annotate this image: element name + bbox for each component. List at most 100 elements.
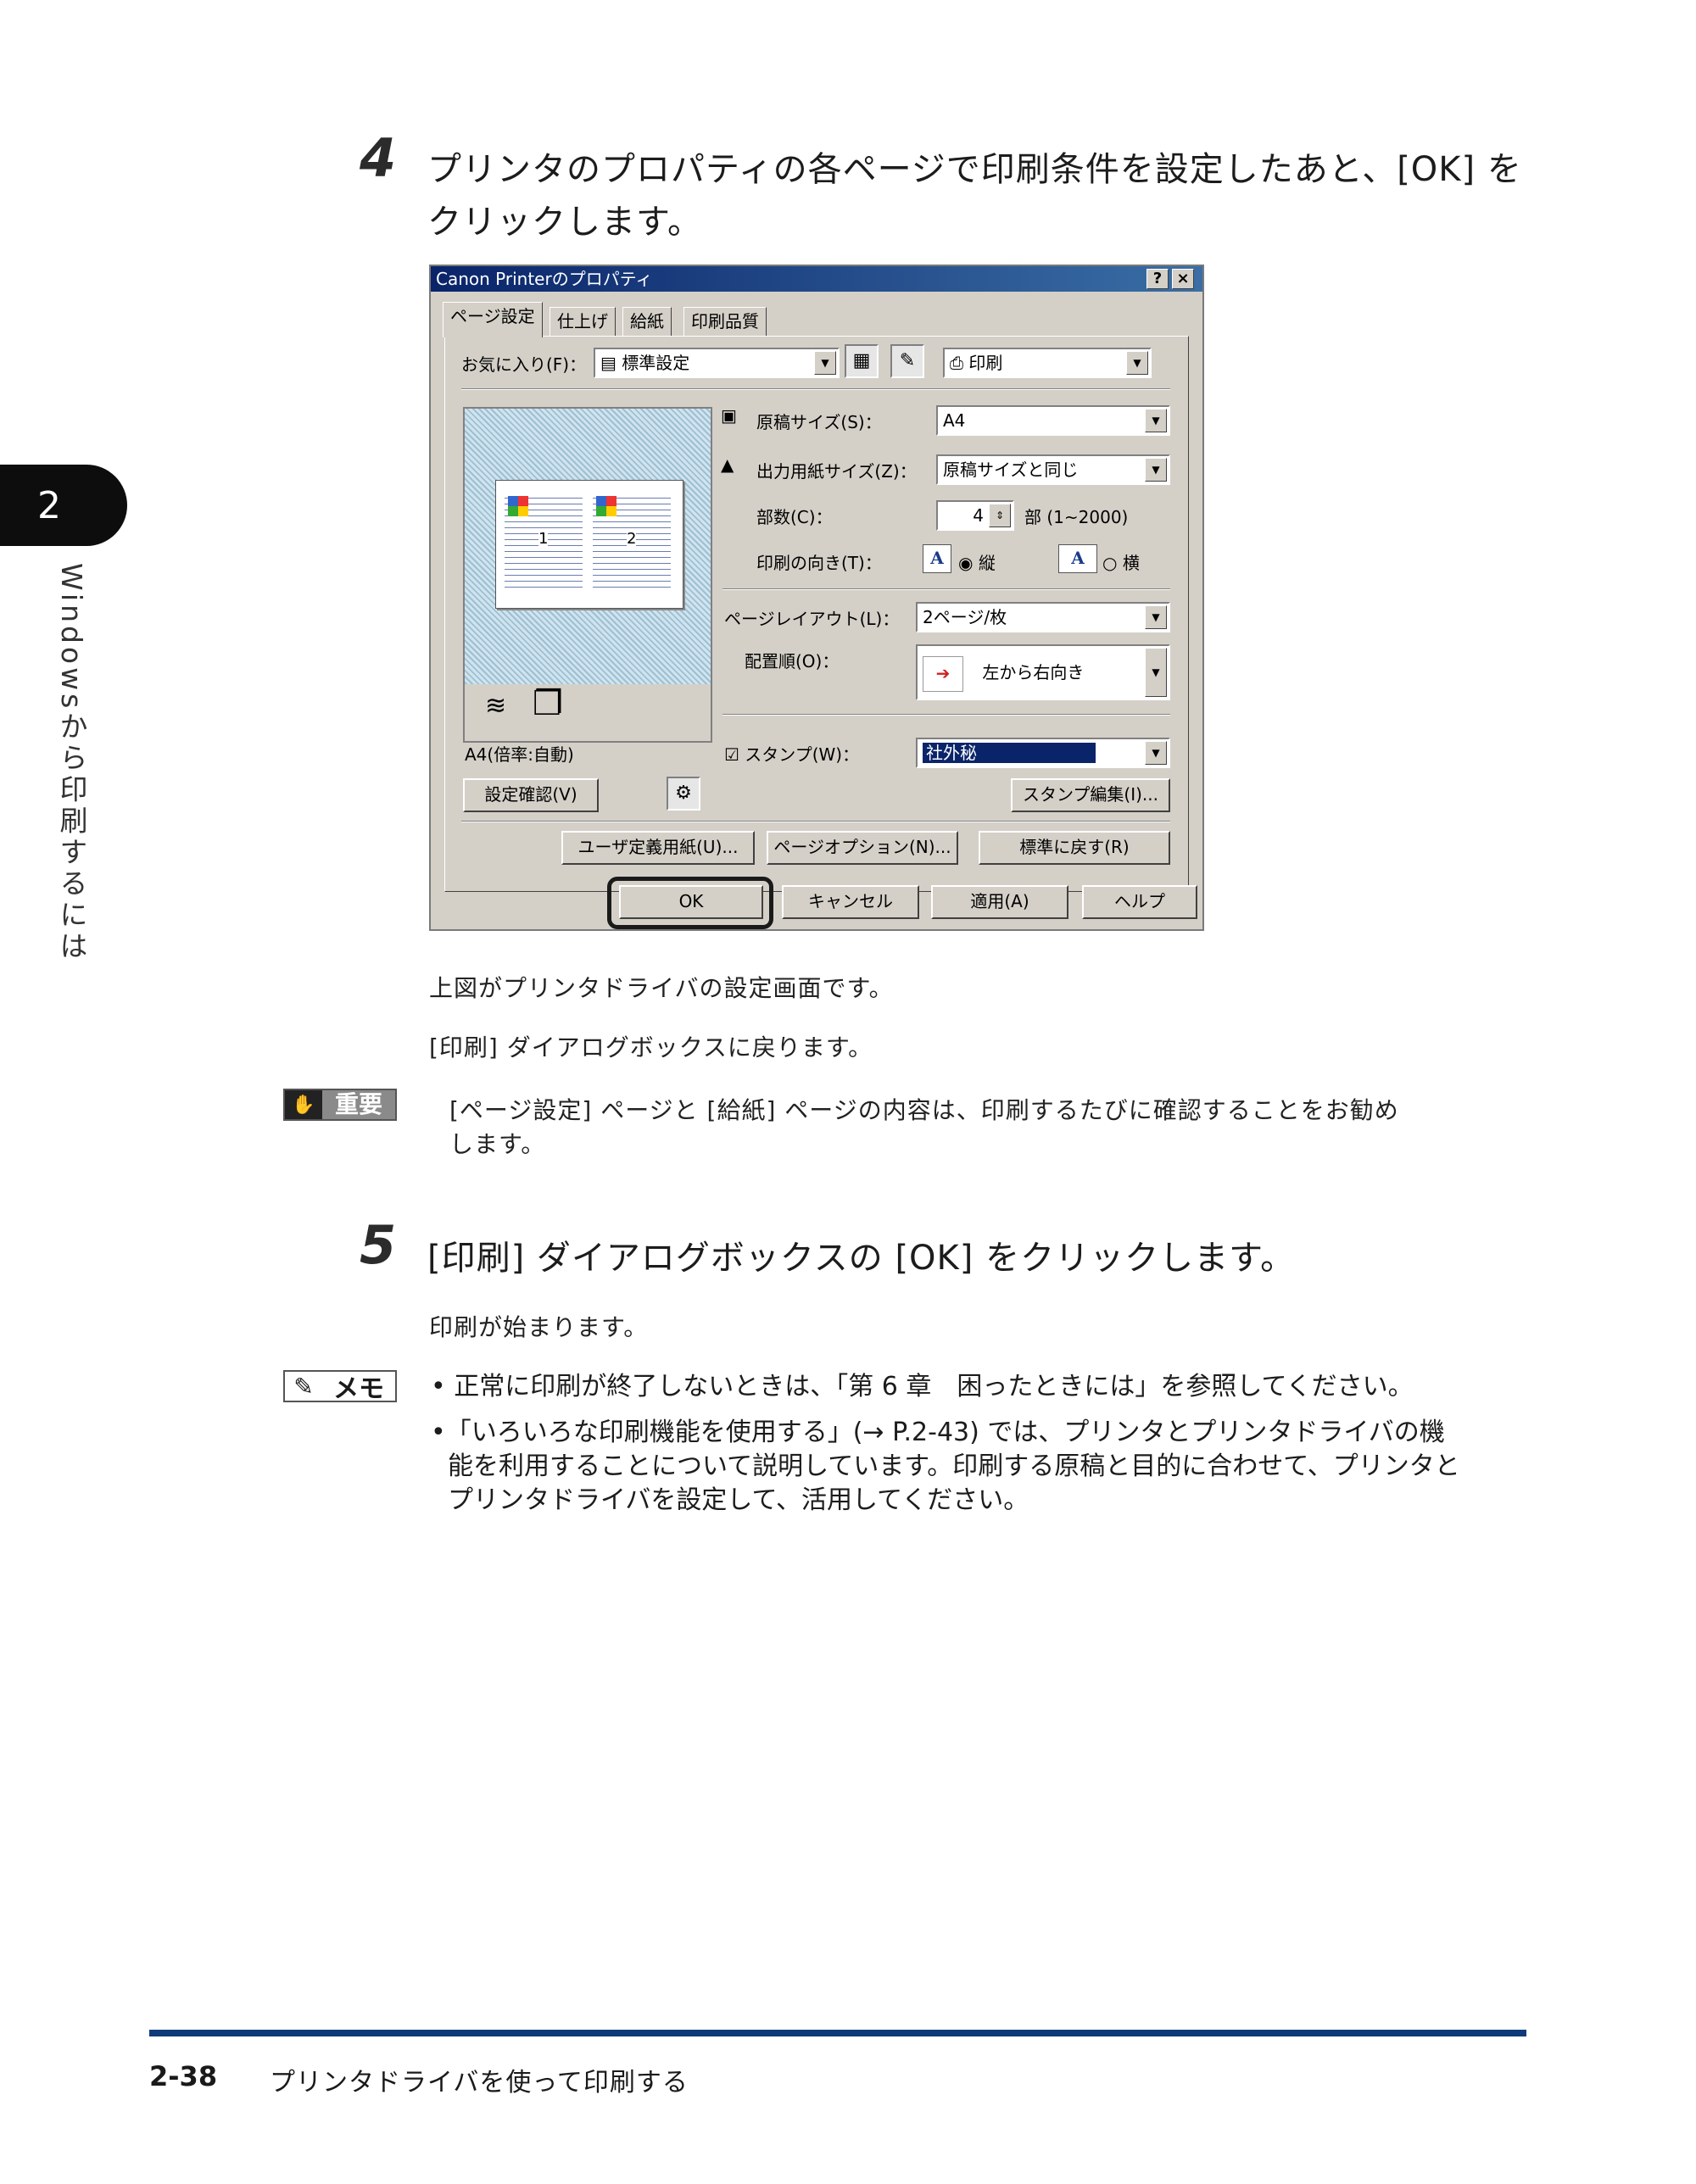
tab-finishing[interactable]: 仕上げ [550,307,616,336]
memo-bullet-1: • 正常に印刷が終了しないときは、「第 6 章 困ったときには」を参照してくださ… [431,1372,1414,1401]
chevron-down-icon: ▼ [1145,409,1167,432]
apply-button[interactable]: 適用(A) [931,885,1068,919]
pencil-icon: ✎ [293,1372,314,1401]
restore-defaults-button[interactable]: 標準に戻す(R) [979,831,1170,865]
portrait-icon: A [923,544,951,573]
chevron-down-icon: ▼ [1145,458,1167,482]
original-size-value: A4 [943,410,966,431]
output-size-select[interactable]: 原稿サイズと同じ ▼ [936,454,1170,485]
memo-label: メモ [333,1374,384,1404]
divider [461,821,1170,822]
stamp-value: 社外秘 [923,743,1096,763]
footer-title: プリンタドライバを使って印刷する [270,2068,689,2098]
preview-page-1: 1 [505,493,583,593]
help-button[interactable]: ヘルプ [1082,885,1197,919]
important-badge: ✋ 重要 [283,1089,397,1121]
tab-print-quality[interactable]: 印刷品質 [683,307,767,336]
favorites-select[interactable]: ▤ 標準設定 ▼ [594,348,840,378]
add-favorite-icon[interactable]: ▦ [845,344,879,378]
caption-return: [印刷] ダイアログボックスに戻ります。 [429,1034,873,1061]
tab-paper-source[interactable]: 給紙 [622,307,672,336]
page-layout-select[interactable]: 2ページ/枚 ▼ [916,602,1170,632]
memo-bullet-1-text: 正常に印刷が終了しないときは、「第 6 章 困ったときには」を参照してください。 [454,1372,1414,1401]
step4-line2: クリックします。 [427,203,702,242]
copies-unit: 部 (1~2000) [1024,507,1129,527]
memo-bullet-2: •「いろいろな印刷機能を使用する」(→ P.2-43) では、プリンタとプリンタ… [431,1418,1445,1447]
favorites-value: 標準設定 [622,353,690,373]
chevron-down-icon: ▼ [1145,741,1167,765]
copies-spinner[interactable]: 4 ⇕ [936,500,1014,531]
important-line2: します。 [449,1130,546,1158]
divider [722,588,1170,590]
favorites-label: お気に入り(F)： [461,354,587,375]
cancel-button[interactable]: キャンセル [782,885,919,919]
stamp-checkbox[interactable]: ☑ スタンプ(W)： [724,741,859,766]
edit-stamp-button[interactable]: スタンプ編集(I)... [1011,778,1170,812]
page-layout-label: ページレイアウト(L)： [724,609,900,629]
orientation-label: 印刷の向き(T)： [756,553,882,573]
chevron-down-icon: ▼ [1145,648,1167,697]
page-order-value: 左から右向き [982,662,1085,682]
page-order-select[interactable]: ➔ 左から右向き ▼ [916,644,1170,700]
portrait-radio[interactable]: ◉ 縦 [958,549,996,574]
preview-paper: 1 2 [495,480,683,609]
important-label: 重要 [322,1090,395,1119]
stamp-label: スタンプ(W)： [745,744,860,765]
chevron-down-icon: ▼ [1145,605,1167,629]
memo-bullet-2-line1: 「いろいろな印刷機能を使用する」(→ P.2-43) では、プリンタとプリンタド… [445,1418,1445,1447]
settings-info-icon[interactable]: ⚙ [667,777,700,811]
edit-favorite-icon[interactable]: ✎ [890,344,924,378]
output-size-label: 出力用紙サイズ(Z)： [756,461,917,482]
help-icon[interactable]: ? [1146,269,1169,289]
custom-paper-button[interactable]: ユーザ定義用紙(U)... [561,831,755,865]
chapter-side-title: Windowsから印刷するには [55,563,88,963]
memo-bullet-2-line3: プリンタドライバを設定して、活用してください。 [448,1485,1029,1515]
output-method-value: 印刷 [968,353,1003,373]
step-number-4: 4 [360,127,397,189]
footer-rule [149,2030,1526,2036]
original-size-select[interactable]: A4 ▼ [936,405,1170,436]
layout-preview: 1 2 ≋ ❐ [463,407,712,743]
landscape-radio[interactable]: ○ 横 [1102,549,1140,574]
caption-printing-starts: 印刷が始まります。 [429,1313,649,1341]
preview-caption: A4(倍率:自動) [465,744,574,765]
dialog-title: Canon Printerのプロパティ [436,269,653,289]
copies-value: 4 [973,505,984,526]
hand-icon: ✋ [285,1090,322,1119]
dialog-titlebar: Canon Printerのプロパティ ? × [431,266,1202,292]
portrait-label: 縦 [978,553,996,573]
copies-label: 部数(C)： [756,507,833,527]
page-options-button[interactable]: ページオプション(N)... [767,831,958,865]
important-line1: [ページ設定] ページと [給紙] ページの内容は、印刷するたびに確認することを… [449,1096,1399,1124]
page-number: 2-38 [149,2060,218,2092]
step-number-5: 5 [360,1214,397,1276]
chapter-tab: 2 [0,465,127,546]
stack-icon: ≋ [485,691,507,721]
step4-line1: プリンタのプロパティの各ページで印刷条件を設定したあと、[OK] を [427,150,1522,189]
step5-text: [印刷] ダイアログボックスの [OK] をクリックします。 [427,1239,1296,1278]
preview-page-2: 2 [593,493,671,593]
divider [722,714,1170,716]
favorites-icon: ▤ [600,353,622,373]
chevron-down-icon: ▼ [1126,351,1148,375]
confirm-settings-button[interactable]: 設定確認(V) [463,778,599,812]
page-layout-value: 2ページ/枚 [923,607,1007,627]
copies-icon: ❐ [533,684,563,723]
divider [461,388,1170,390]
chapter-number: 2 [37,483,61,527]
arrow-right-icon: ➔ [923,655,963,692]
memo-badge: ✎ メモ [283,1370,397,1404]
memo-bullet-2-line2: 能を利用することについて説明しています。印刷する原稿と目的に合わせて、プリンタと [448,1451,1460,1481]
tab-page-setup[interactable]: ページ設定 [443,302,543,337]
output-size-value: 原稿サイズと同じ [943,460,1079,480]
landscape-icon: A [1058,544,1097,573]
caption-settings-screen: 上図がプリンタドライバの設定画面です。 [429,974,894,1002]
original-size-label: 原稿サイズ(S)： [756,412,882,432]
output-method-select[interactable]: ⎙ 印刷 ▼ [943,348,1152,378]
landscape-label: 横 [1122,553,1140,573]
close-icon[interactable]: × [1172,269,1194,289]
page-order-label: 配置順(O)： [745,651,840,671]
spinner-arrows-icon[interactable]: ⇕ [989,504,1011,527]
chevron-down-icon: ▼ [814,351,836,375]
stamp-select[interactable]: 社外秘 ▼ [916,738,1170,768]
